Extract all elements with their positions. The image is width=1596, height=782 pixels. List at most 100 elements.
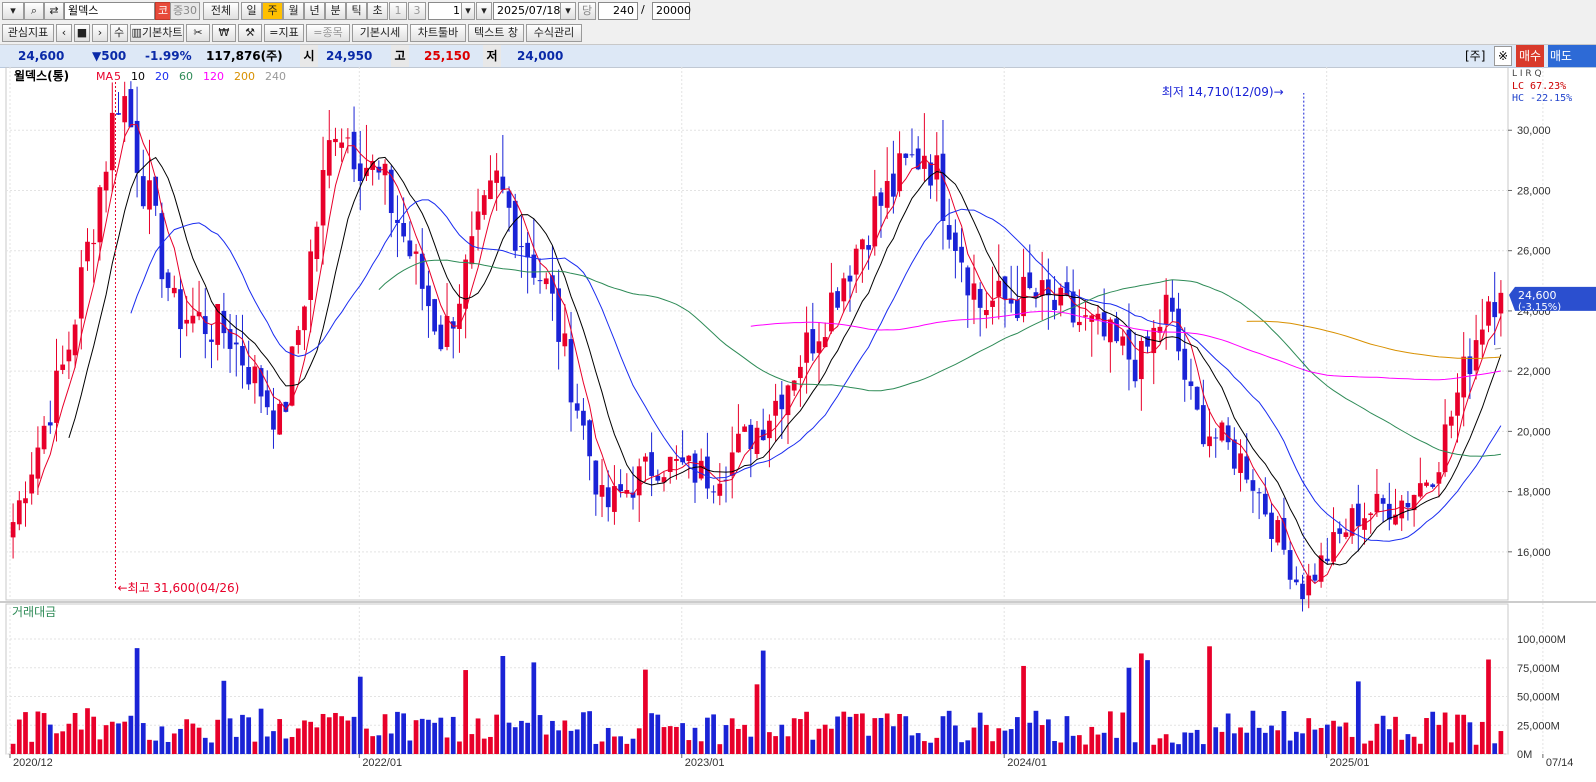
volume-bar	[314, 727, 320, 754]
scissors-button[interactable]: ✂	[186, 24, 210, 42]
volume-bar	[804, 711, 809, 754]
volume-bar	[748, 736, 754, 754]
text-window-button[interactable]: 텍스트 창	[468, 24, 524, 42]
date-picker-button[interactable]: ▾	[560, 2, 576, 20]
period-6-button[interactable]: 초	[367, 2, 388, 20]
chevron-down-icon: ▾	[10, 4, 16, 17]
volume-bar	[717, 744, 723, 754]
candle-body	[965, 267, 971, 296]
bar-count-input[interactable]: 240	[598, 2, 638, 20]
volume-bar	[308, 721, 314, 754]
candle-body	[853, 248, 859, 275]
candle-body	[1200, 405, 1206, 445]
compare-stock-button[interactable]: =종목	[306, 24, 350, 42]
search-button[interactable]: ⌕	[24, 2, 44, 20]
interval-3-button[interactable]: 3	[408, 2, 426, 20]
tool-button[interactable]: ⚒	[238, 24, 262, 42]
volume-bar	[940, 716, 946, 754]
chevron-left-icon: ‹	[61, 26, 67, 39]
date-dropdown-button[interactable]: ▾	[476, 2, 492, 20]
candle-body	[190, 315, 196, 324]
interval-spin[interactable]: ▾	[461, 2, 475, 20]
low-label: 저	[483, 45, 501, 67]
candle-body	[1405, 502, 1411, 508]
volume-bar	[798, 719, 803, 754]
candle-body	[1467, 356, 1473, 375]
volume-bar	[624, 743, 630, 754]
ma-legend-240: 240	[265, 70, 286, 83]
sell-button[interactable]: 매도	[1548, 45, 1596, 67]
volume-bar	[85, 708, 90, 754]
all-button[interactable]: 전체	[203, 2, 239, 20]
candle-body	[295, 330, 301, 345]
volume-bar	[1238, 727, 1243, 754]
period-2-button[interactable]: 월	[283, 2, 304, 20]
volume-bar	[1163, 734, 1169, 754]
scroll-left-button[interactable]: ‹	[56, 24, 72, 42]
stock-chart[interactable]: 30,00028,00026,00024,00022,00020,00018,0…	[0, 67, 1596, 782]
volume-bar	[543, 734, 549, 754]
period-4-button[interactable]: 분	[325, 2, 346, 20]
volume-bar	[1275, 730, 1281, 754]
period-5-button[interactable]: 틱	[346, 2, 367, 20]
candle-body	[215, 304, 221, 345]
formula-manage-button[interactable]: 수식관리	[526, 24, 582, 42]
volume-bar	[1176, 744, 1181, 754]
swap-button[interactable]: ⇄	[44, 2, 64, 20]
candle-body	[109, 112, 115, 171]
candle-body	[1176, 308, 1181, 352]
settings-button[interactable]: ※	[1494, 46, 1512, 66]
candle-body	[1448, 416, 1454, 426]
chart-toolbar-button[interactable]: 차트툴바	[410, 24, 466, 42]
candle-body	[581, 410, 586, 426]
candle-body	[320, 170, 326, 226]
candle-body	[1194, 386, 1200, 410]
basic-chart-button[interactable]: ▥기본차트	[130, 24, 184, 42]
period-3-button[interactable]: 년	[304, 2, 325, 20]
volume-bar	[240, 714, 245, 754]
currency-button[interactable]: ₩	[212, 24, 236, 42]
basic-quote-button[interactable]: 기본시세	[352, 24, 408, 42]
ma-240-line	[1494, 347, 1501, 350]
candle-body	[401, 223, 407, 237]
volume-bar	[897, 713, 902, 754]
number-button[interactable]: 수	[110, 24, 128, 42]
candle-body	[686, 455, 692, 462]
period-1-button[interactable]: 주	[262, 2, 283, 20]
candle-body	[432, 299, 437, 332]
volume-bar	[1052, 741, 1057, 754]
volume-bar	[326, 717, 332, 754]
volume-bar	[674, 726, 679, 754]
menu-dropdown-button[interactable]: ▾	[2, 2, 24, 20]
buy-button[interactable]: 매수	[1516, 45, 1544, 67]
interest-indicator-button[interactable]: 관심지표	[2, 24, 54, 42]
hc-value: HC -22.15%	[1512, 93, 1572, 104]
candle-body	[147, 180, 152, 210]
candle-body	[1132, 359, 1138, 382]
price-tick-label: 20,000	[1517, 426, 1551, 438]
candle-body	[103, 171, 109, 191]
candle-body	[1207, 436, 1212, 447]
candle-body	[271, 410, 276, 430]
candle-body	[252, 366, 258, 384]
volume-bar	[438, 717, 444, 754]
volume-bar	[227, 718, 233, 754]
period-0-button[interactable]: 일	[241, 2, 262, 20]
volume-bar	[884, 713, 890, 754]
indicator-button[interactable]: =지표	[264, 24, 304, 42]
candle-body	[1256, 492, 1262, 494]
date-input[interactable]: 2025/07/18	[493, 2, 562, 20]
scroll-right-button[interactable]: ›	[92, 24, 108, 42]
weekly-tag[interactable]: [주]	[1465, 45, 1485, 67]
main-toolbar: ▾ ⌕ ⇄ 윌덱스 코 증30 전체 일주월년분틱초 1 3 1 ▾ ▾ 202…	[0, 0, 1596, 23]
interval-1-button[interactable]: 1	[389, 2, 407, 20]
candle-body	[494, 170, 499, 183]
stock-name-input[interactable]: 윌덱스	[64, 2, 155, 20]
volume-bar	[1436, 724, 1442, 754]
candle-body	[897, 153, 902, 192]
scroll-stop-button[interactable]: ■	[74, 24, 90, 42]
volume-bar	[1479, 721, 1485, 754]
max-bars-input[interactable]: 20000	[652, 2, 691, 20]
interval-count-input[interactable]: 1	[428, 2, 465, 20]
volume-bar	[680, 723, 685, 754]
